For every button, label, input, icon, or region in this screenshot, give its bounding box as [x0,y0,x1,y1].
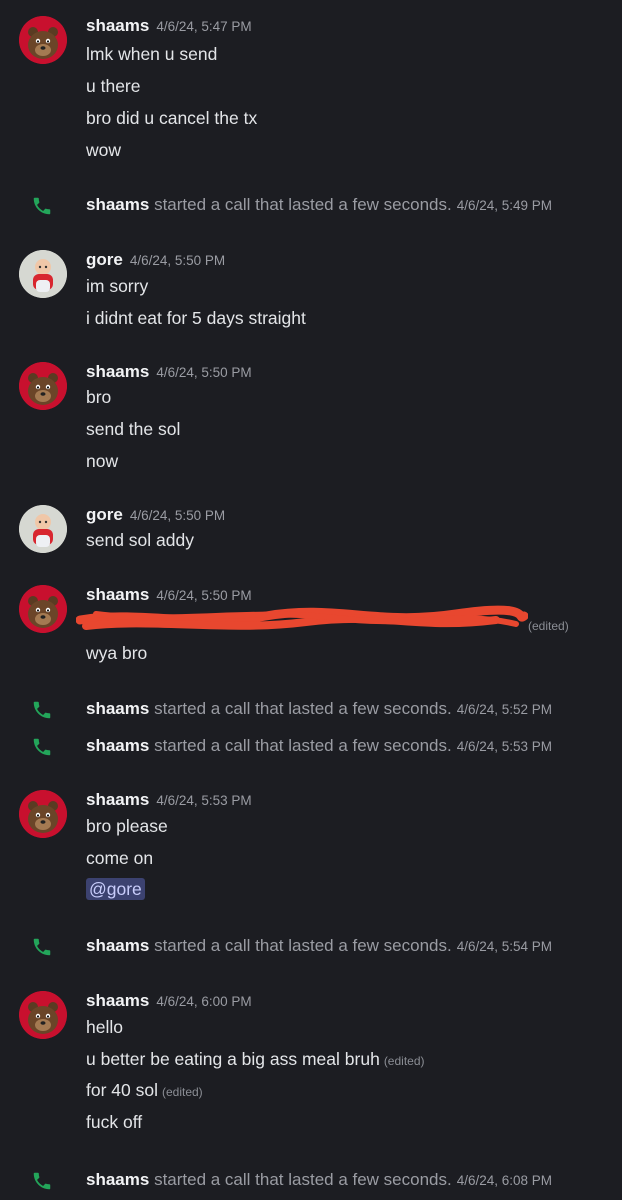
timestamp: 4/6/24, 5:47 PM [156,19,252,34]
message-text: send the sol [86,419,181,439]
call-description: started a call that lasted a few seconds… [154,936,452,955]
message-header: gore 4/6/24, 5:50 PM [86,250,225,270]
call-description: started a call that lasted a few seconds… [154,1170,452,1189]
message-text: now [86,451,119,471]
message-header: gore 4/6/24, 5:50 PM [86,505,225,525]
call-description: started a call that lasted a few seconds… [154,736,452,755]
message-text: fuck off [86,1112,143,1132]
phone-icon [33,938,51,956]
author-name[interactable]: gore [86,505,123,524]
message-text: bro please [86,816,168,836]
author-name[interactable]: shaams [86,585,149,604]
avatar-shaams[interactable] [19,362,67,410]
author-name[interactable]: shaams [86,991,149,1010]
call-description: started a call that lasted a few seconds… [154,195,452,214]
message-header: shaams 4/6/24, 5:50 PM [86,362,252,382]
author-name[interactable]: shaams [86,362,149,381]
phone-icon [33,701,51,719]
call-author[interactable]: shaams [86,195,149,214]
call-author[interactable]: shaams [86,736,149,755]
message-text: come on [86,848,154,868]
avatar-gore[interactable] [19,505,67,553]
message-text: @gore [86,878,145,900]
avatar-shaams[interactable] [19,16,67,64]
message-text: hello [86,1017,123,1037]
bear-avatar-icon [19,16,67,64]
message-text: u better be eating a big ass meal bruh (e… [86,1049,425,1070]
redaction-scribble [76,605,528,630]
call-timestamp: 4/6/24, 5:52 PM [456,702,553,717]
timestamp: 4/6/24, 6:00 PM [156,994,252,1009]
call-timestamp: 4/6/24, 5:54 PM [456,939,553,954]
call-timestamp: 4/6/24, 6:08 PM [456,1173,553,1188]
message-body: u better be eating a big ass meal bruh [86,1049,380,1069]
message-text: (edited) [524,614,569,635]
avatar-shaams[interactable] [19,991,67,1039]
message-text: bro [86,387,112,407]
author-name[interactable]: shaams [86,790,149,809]
call-timestamp: 4/6/24, 5:53 PM [456,739,553,754]
message-header: shaams 4/6/24, 6:00 PM [86,991,252,1011]
bear-avatar-icon [19,362,67,410]
phone-icon [33,197,51,215]
bear-avatar-icon [19,585,67,633]
phone-icon [33,1172,51,1190]
timestamp: 4/6/24, 5:50 PM [129,508,226,523]
avatar-shaams[interactable] [19,585,67,633]
message-header: shaams 4/6/24, 5:53 PM [86,790,252,810]
message-text: im sorry [86,276,149,296]
message-header: shaams 4/6/24, 5:50 PM [86,585,252,605]
message-text: lmk when u send [86,44,218,64]
call-author[interactable]: shaams [86,699,149,718]
message-text: bro did u cancel the tx [86,108,258,128]
edited-tag: (edited) [383,1054,425,1068]
avatar-gore[interactable] [19,250,67,298]
edited-tag: (edited) [528,619,569,633]
edited-tag: (edited) [161,1085,203,1099]
timestamp: 4/6/24, 5:50 PM [156,588,252,603]
message-text: wya bro [86,643,148,663]
baby-avatar-icon [19,250,67,298]
timestamp: 4/6/24, 5:50 PM [156,365,252,380]
author-name[interactable]: shaams [86,16,149,35]
message-body: for 40 sol [86,1080,158,1100]
call-author[interactable]: shaams [86,1170,149,1189]
message-text: u there [86,76,141,96]
timestamp: 4/6/24, 5:50 PM [129,253,226,268]
message-header: shaams 4/6/24, 5:47 PM [86,16,252,36]
baby-avatar-icon [19,505,67,553]
author-name[interactable]: gore [86,250,123,269]
phone-icon [33,738,51,756]
call-timestamp: 4/6/24, 5:49 PM [456,198,553,213]
bear-avatar-icon [19,790,67,838]
bear-avatar-icon [19,991,67,1039]
message-text: for 40 sol (edited) [86,1080,203,1101]
avatar-shaams[interactable] [19,790,67,838]
message-text: wow [86,140,122,160]
message-text: send sol addy [86,530,194,550]
call-description: started a call that lasted a few seconds… [154,699,452,718]
user-mention[interactable]: @gore [86,878,145,900]
call-author[interactable]: shaams [86,936,149,955]
message-text: i didnt eat for 5 days straight [86,308,306,328]
timestamp: 4/6/24, 5:53 PM [156,793,252,808]
